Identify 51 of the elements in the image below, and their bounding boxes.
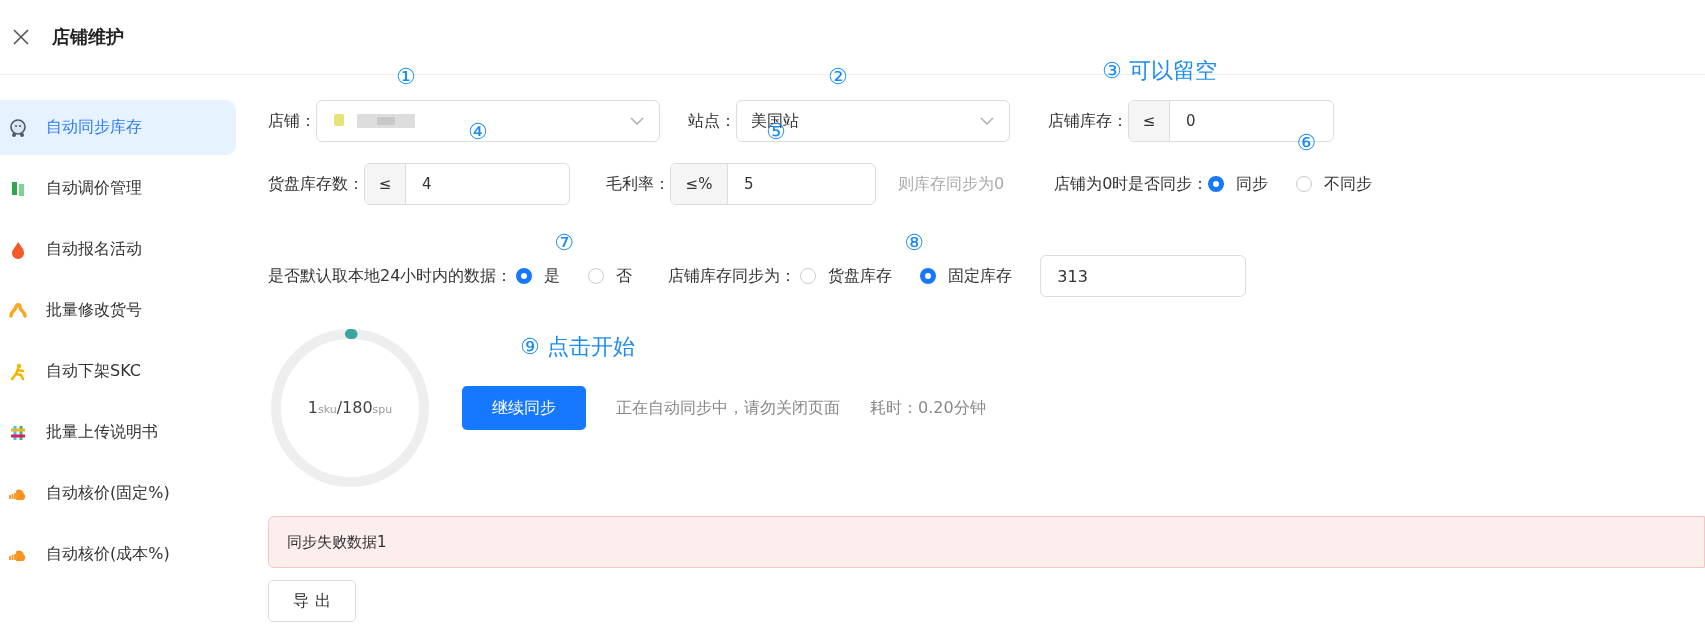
- radio-button[interactable]: [920, 268, 937, 284]
- elapsed-time: 耗时：0.20分钟: [870, 397, 986, 419]
- annotation-label: ⑦: [554, 231, 575, 254]
- sidebar-item[interactable]: 自动下架SKC: [0, 344, 236, 399]
- smiley-bubble-icon: [8, 117, 28, 138]
- margin-input[interactable]: ≤% 5: [670, 163, 876, 205]
- annotation-label: ④: [468, 121, 488, 143]
- annotation-label: ②: [828, 66, 848, 88]
- radio-button[interactable]: [1208, 176, 1225, 192]
- field-label: 店铺为0时是否同步：: [1054, 173, 1209, 195]
- field-label: 店铺库存同步为：: [668, 265, 797, 287]
- sidebar-item[interactable]: 自动调价管理: [0, 161, 236, 216]
- sidebar-item[interactable]: 自动报名活动: [0, 222, 236, 277]
- radio-option[interactable]: 同步: [1208, 173, 1269, 195]
- sidebar-item[interactable]: 自动核价(固定%): [0, 466, 236, 521]
- radio-option[interactable]: 货盘库存: [800, 265, 893, 287]
- field-label: 货盘库存数：: [268, 173, 364, 195]
- field-label: 店铺库存：: [1048, 110, 1128, 132]
- field-label: 毛利率：: [606, 173, 670, 195]
- sidebar-item[interactable]: 自动同步库存: [0, 100, 236, 155]
- export-button[interactable]: 导 出: [268, 580, 356, 622]
- radio-option[interactable]: 否: [588, 265, 633, 287]
- sidebar-item[interactable]: 批量上传说明书: [0, 405, 236, 460]
- annotation-label: ⑧: [904, 231, 925, 254]
- swirl-icon: [8, 300, 28, 321]
- radio-button[interactable]: [800, 268, 817, 284]
- annotation-label: ①: [396, 66, 416, 88]
- pallet-stock-input[interactable]: ≤ 4: [364, 163, 570, 205]
- hint-text: 则库存同步为0: [898, 173, 1005, 195]
- alert-text: 同步失败数据1: [287, 532, 387, 552]
- field-label: 是否默认取本地24小时内的数据：: [268, 265, 513, 287]
- sidebar-item[interactable]: 自动核价(成本%): [0, 527, 236, 582]
- field-label: 店铺：: [268, 110, 316, 132]
- annotation-label: ③ 可以留空: [1102, 60, 1217, 82]
- page-title: 店铺维护: [52, 25, 124, 49]
- fixed-stock-input[interactable]: 313: [1040, 255, 1247, 297]
- sidebar-item[interactable]: 批量修改货号: [0, 283, 236, 338]
- chevron-down-icon: [629, 116, 645, 126]
- field-label: 站点：: [688, 110, 736, 132]
- annotation-label: ⑨ 点击开始: [520, 336, 635, 358]
- continue-sync-button[interactable]: 继续同步: [462, 386, 586, 430]
- radio-option[interactable]: 固定库存: [920, 265, 1013, 287]
- radio-option[interactable]: 不同步: [1296, 173, 1373, 195]
- radio-option[interactable]: 是: [516, 265, 561, 287]
- radio-button[interactable]: [588, 268, 605, 284]
- blurred-value-icon: [357, 114, 415, 128]
- status-text: 正在自动同步中，请勿关闭页面: [616, 397, 840, 419]
- radio-button[interactable]: [516, 268, 533, 284]
- chevron-down-icon: [979, 116, 995, 126]
- radio-button[interactable]: [1296, 176, 1313, 192]
- close-icon[interactable]: [12, 28, 30, 46]
